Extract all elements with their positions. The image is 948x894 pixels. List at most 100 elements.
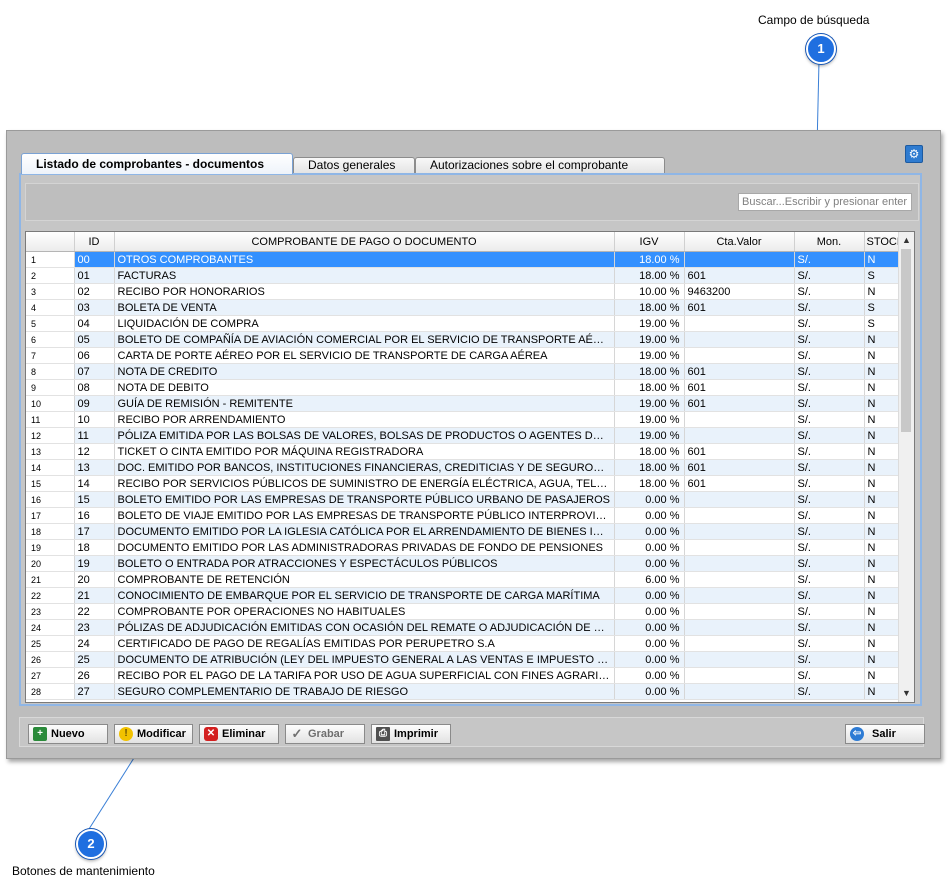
table-row[interactable]: 16 15 BOLETO EMITIDO POR LAS EMPRESAS DE T… [26, 491, 899, 508]
id-cell: 11 [74, 427, 115, 444]
table-row[interactable]: 21 20 COMPROBANTE DE RETENCIÓN 6.00 % S/. N [26, 571, 899, 588]
stock-cell: N [864, 635, 899, 652]
scroll-down-icon[interactable]: ▼ [899, 686, 914, 701]
id-cell: 18 [74, 539, 115, 556]
table-row[interactable]: 4 03 BOLETA DE VENTA 18.00 % 601 S/. S [26, 299, 899, 316]
eliminar-button[interactable]: ✕ Eliminar [199, 724, 279, 744]
vertical-scrollbar[interactable]: ▲ ▼ [898, 232, 914, 702]
row-number-cell: 20 [26, 555, 75, 572]
printer-icon: ⎙ [376, 727, 390, 741]
column-header-stock[interactable]: STOCK [864, 232, 899, 252]
stock-cell: N [864, 603, 899, 620]
row-number-cell: 24 [26, 619, 75, 636]
table-row[interactable]: 2 01 FACTURAS 18.00 % 601 S/. S [26, 267, 899, 284]
table-row[interactable]: 19 18 DOCUMENTO EMITIDO POR LAS ADMINISTRA… [26, 539, 899, 556]
scroll-up-icon[interactable]: ▲ [899, 233, 914, 248]
search-input[interactable] [738, 193, 912, 211]
moneda-cell: S/. [794, 523, 865, 540]
row-number-cell: 28 [26, 683, 75, 700]
stock-cell: N [864, 459, 899, 476]
cta-valor-cell [684, 523, 795, 540]
id-cell: 26 [74, 667, 115, 684]
table-row[interactable]: 23 22 COMPROBANTE POR OPERACIONES NO HABIT… [26, 603, 899, 620]
stock-cell: N [864, 667, 899, 684]
table-row[interactable]: 1 00 OTROS COMPROBANTES 18.00 % S/. N [26, 251, 899, 268]
tab-autorizaciones[interactable]: Autorizaciones sobre el comprobante [415, 157, 665, 173]
id-cell: 21 [74, 587, 115, 604]
igv-cell: 19.00 % [614, 395, 685, 412]
column-header-moneda[interactable]: Mon. [794, 232, 865, 252]
cta-valor-cell [684, 491, 795, 508]
stock-cell: N [864, 363, 899, 380]
nuevo-button[interactable]: + Nuevo [28, 724, 108, 744]
row-number-cell: 1 [26, 251, 75, 268]
column-header-igv[interactable]: IGV [614, 232, 685, 252]
comprobante-cell: BOLETO DE VIAJE EMITIDO POR LAS EMPRESAS… [114, 507, 615, 524]
nuevo-label: Nuevo [51, 728, 85, 740]
table-row[interactable]: 13 12 TICKET O CINTA EMITIDO POR MÁQUINA R… [26, 443, 899, 460]
table-row[interactable]: 12 11 PÓLIZA EMITIDA POR LAS BOLSAS DE VAL… [26, 427, 899, 444]
scroll-thumb[interactable] [901, 249, 911, 432]
row-number-cell: 9 [26, 379, 75, 396]
modificar-button[interactable]: ! Modificar [114, 724, 193, 744]
table-row[interactable]: 10 09 GUÍA DE REMISIÓN - REMITENTE 19.00 % 6… [26, 395, 899, 412]
table-row[interactable]: 27 26 RECIBO POR EL PAGO DE LA TARIFA POR … [26, 667, 899, 684]
moneda-cell: S/. [794, 283, 865, 300]
table-row[interactable]: 14 13 DOC. EMITIDO POR BANCOS, INSTITUCION… [26, 459, 899, 476]
documents-table: ID COMPROBANTE DE PAGO O DOCUMENTO IGV C… [26, 232, 899, 700]
check-icon: ✓ [291, 726, 303, 741]
table-row[interactable]: 17 16 BOLETO DE VIAJE EMITIDO POR LAS EMPR… [26, 507, 899, 524]
table-row[interactable]: 8 07 NOTA DE CREDITO 18.00 % 601 S/. N [26, 363, 899, 380]
table-row[interactable]: 6 05 BOLETO DE COMPAÑÍA DE AVIACIÓN COMERC… [26, 331, 899, 348]
igv-cell: 0.00 % [614, 539, 685, 556]
cta-valor-cell [684, 571, 795, 588]
igv-cell: 0.00 % [614, 523, 685, 540]
cta-valor-cell [684, 427, 795, 444]
table-row[interactable]: 24 23 PÓLIZAS DE ADJUDICACIÓN EMITIDAS CON… [26, 619, 899, 636]
table-body: 1 00 OTROS COMPROBANTES 18.00 % S/. N 2 01 FACTU… [26, 251, 899, 700]
column-header-cta-valor[interactable]: Cta.Valor [684, 232, 795, 252]
id-cell: 19 [74, 555, 115, 572]
table-row[interactable]: 5 04 LIQUIDACIÓN DE COMPRA 19.00 % S/. S [26, 315, 899, 332]
row-number-cell: 25 [26, 635, 75, 652]
table-row[interactable]: 11 10 RECIBO POR ARRENDAMIENTO 19.00 % S/. N [26, 411, 899, 428]
comprobante-cell: DOCUMENTO EMITIDO POR LA IGLESIA CATÓLIC… [114, 523, 615, 540]
row-number-cell: 11 [26, 411, 75, 428]
row-number-cell: 6 [26, 331, 75, 348]
table-row[interactable]: 15 14 RECIBO POR SERVICIOS PÚBLICOS DE SUM… [26, 475, 899, 492]
row-number-cell: 5 [26, 315, 75, 332]
table-row[interactable]: 3 02 RECIBO POR HONORARIOS 10.00 % 9463200 S/… [26, 283, 899, 300]
tab-listado[interactable]: Listado de comprobantes - documentos [21, 153, 293, 174]
stock-cell: N [864, 539, 899, 556]
stock-cell: N [864, 587, 899, 604]
cta-valor-cell [684, 411, 795, 428]
grabar-button[interactable]: ✓ Grabar [285, 724, 365, 744]
grabar-label: Grabar [308, 728, 345, 740]
table-row[interactable]: 22 21 CONOCIMIENTO DE EMBARQUE POR EL SERV… [26, 587, 899, 604]
table-row[interactable]: 7 06 CARTA DE PORTE AÉREO POR EL SERVICIO … [26, 347, 899, 364]
table-row[interactable]: 20 19 BOLETO O ENTRADA POR ATRACCIONES Y E… [26, 555, 899, 572]
tab-datos-generales[interactable]: Datos generales [293, 157, 415, 173]
imprimir-button[interactable]: ⎙ Imprimir [371, 724, 451, 744]
table-row[interactable]: 18 17 DOCUMENTO EMITIDO POR LA IGLESIA CAT… [26, 523, 899, 540]
row-number-cell: 7 [26, 347, 75, 364]
cta-valor-cell [684, 603, 795, 620]
table-row[interactable]: 9 08 NOTA DE DEBITO 18.00 % 601 S/. N [26, 379, 899, 396]
table-row[interactable]: 28 27 SEGURO COMPLEMENTARIO DE TRABAJO DE … [26, 683, 899, 700]
stock-cell: N [864, 395, 899, 412]
id-cell: 07 [74, 363, 115, 380]
table-row[interactable]: 25 24 CERTIFICADO DE PAGO DE REGALÍAS EMIT… [26, 635, 899, 652]
table-row[interactable]: 26 25 DOCUMENTO DE ATRIBUCIÓN (LEY DEL IMP… [26, 651, 899, 668]
column-header-comprobante[interactable]: COMPROBANTE DE PAGO O DOCUMENTO [114, 232, 615, 252]
exit-icon: ⇦ [850, 727, 864, 741]
stock-cell: S [864, 315, 899, 332]
salir-button[interactable]: ⇦ Salir [845, 724, 925, 744]
tab-panel-listado: ID COMPROBANTE DE PAGO O DOCUMENTO IGV C… [19, 173, 922, 706]
comprobante-cell: PÓLIZAS DE ADJUDICACIÓN EMITIDAS CON OCA… [114, 619, 615, 636]
igv-cell: 0.00 % [614, 619, 685, 636]
gear-icon[interactable]: ⚙ [905, 145, 923, 163]
moneda-cell: S/. [794, 555, 865, 572]
comprobante-cell: SEGURO COMPLEMENTARIO DE TRABAJO DE RIES… [114, 683, 615, 700]
salir-label: Salir [872, 728, 896, 740]
column-header-id[interactable]: ID [74, 232, 115, 252]
